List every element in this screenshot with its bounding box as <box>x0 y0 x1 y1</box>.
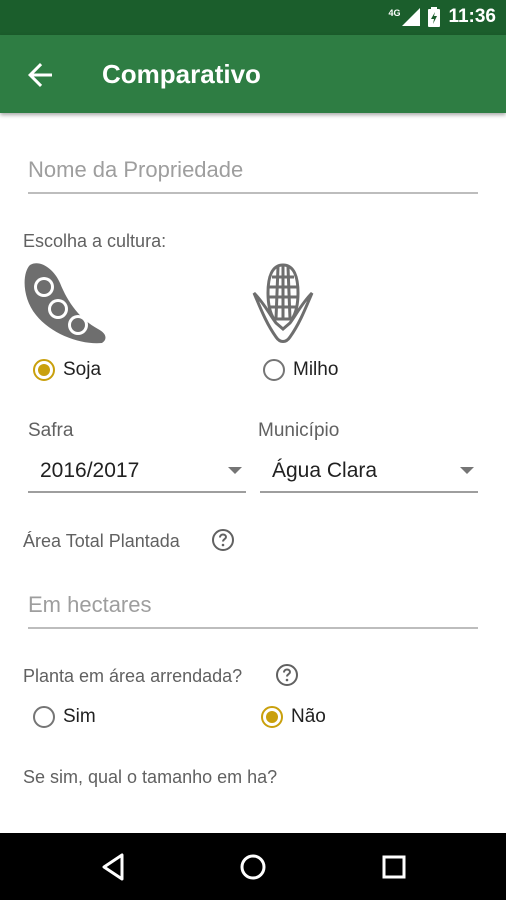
corn-icon[interactable] <box>252 263 314 347</box>
culture-label: Escolha a cultura: <box>23 231 167 251</box>
radio-soja-dot <box>38 364 50 376</box>
dropdown-arrow-icon <box>228 467 242 474</box>
radio-nao-dot <box>266 711 278 723</box>
radio-nao-indicator[interactable] <box>261 706 283 728</box>
radio-milho-label: Milho <box>293 359 339 380</box>
status-icons: 4G 11:36 <box>388 6 496 28</box>
radio-nao-label: Não <box>291 706 326 727</box>
safra-value: 2016/2017 <box>40 459 140 482</box>
status-time: 11:36 <box>448 6 496 27</box>
radio-sim-label: Sim <box>63 706 96 727</box>
arrow-back-icon <box>28 63 52 87</box>
radio-soja-label: Soja <box>63 359 102 380</box>
radio-milho-indicator[interactable] <box>263 359 285 381</box>
page-title: Comparativo <box>102 59 261 89</box>
dropdown-arrow-icon <box>460 467 474 474</box>
help-icon[interactable] <box>211 528 235 552</box>
nav-home-icon[interactable] <box>235 849 271 885</box>
help-icon[interactable] <box>275 663 299 687</box>
property-name-input[interactable] <box>28 148 478 194</box>
form-content: Escolha a cultura: Soja Milho <box>0 113 506 833</box>
back-button[interactable] <box>22 57 58 93</box>
municipio-spinner[interactable]: Água Clara <box>260 451 478 493</box>
app-bar: Comparativo <box>0 35 506 113</box>
radio-nao[interactable]: Não <box>261 706 326 728</box>
nav-back-icon[interactable] <box>96 849 132 885</box>
safra-label: Safra <box>28 420 74 441</box>
area-total-label: Área Total Plantada <box>23 531 180 551</box>
battery-icon <box>428 7 441 27</box>
safra-spinner[interactable]: 2016/2017 <box>28 451 246 493</box>
navigation-bar <box>0 833 506 900</box>
radio-soja[interactable]: Soja <box>33 359 101 381</box>
area-total-input[interactable] <box>28 583 478 629</box>
municipio-label: Município <box>258 420 340 441</box>
radio-sim-indicator[interactable] <box>33 706 55 728</box>
leased-area-label: Planta em área arrendada? <box>23 666 243 686</box>
radio-milho[interactable]: Milho <box>263 359 338 381</box>
radio-soja-indicator[interactable] <box>33 359 55 381</box>
leased-size-label: Se sim, qual o tamanho em ha? <box>23 767 278 787</box>
soybean-icon[interactable] <box>22 263 108 347</box>
nav-recents-icon[interactable] <box>376 849 412 885</box>
municipio-value: Água Clara <box>272 459 378 482</box>
signal-icon <box>402 8 421 26</box>
status-bar: 4G 11:36 <box>0 0 506 35</box>
radio-sim[interactable]: Sim <box>33 706 96 728</box>
network-type-label: 4G <box>388 8 401 18</box>
